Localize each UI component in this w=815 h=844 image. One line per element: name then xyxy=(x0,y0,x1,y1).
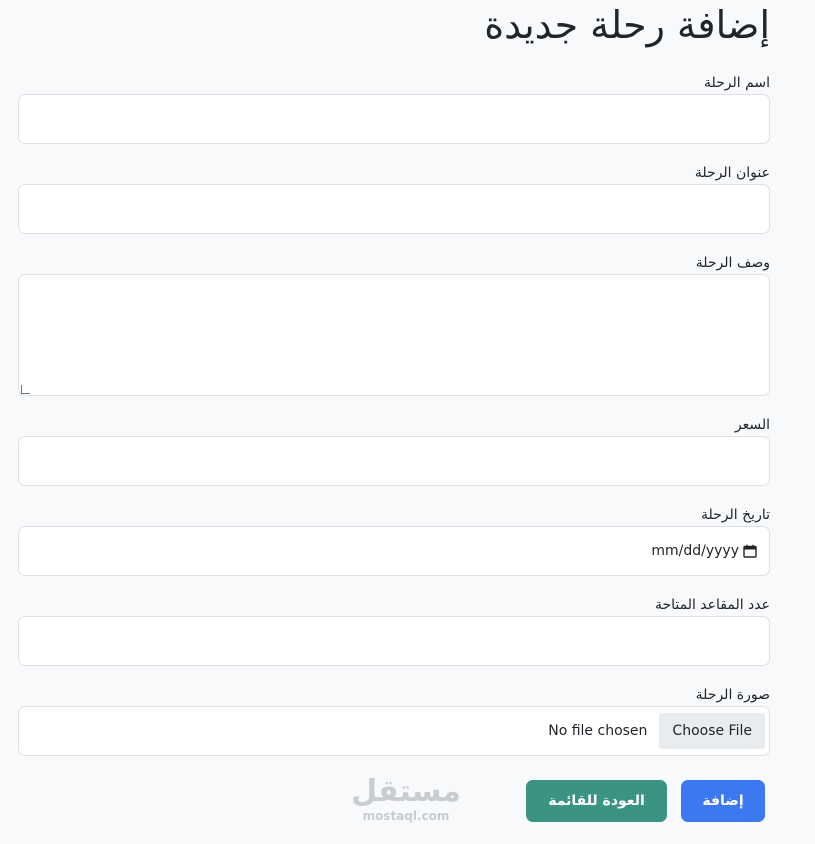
resize-handle-icon[interactable] xyxy=(21,385,30,394)
add-trip-form-page: إضافة رحلة جديدة اسم الرحلة عنوان الرحلة… xyxy=(18,0,770,756)
price-input[interactable] xyxy=(18,436,770,486)
trip-description-group: وصف الرحلة xyxy=(18,252,770,396)
mostaql-watermark: مستقل mostaql.com xyxy=(350,774,462,824)
no-file-text: No file chosen xyxy=(548,723,648,739)
date-placeholder-text: mm/dd/yyyy xyxy=(651,543,739,559)
price-label: السعر xyxy=(734,417,770,433)
back-to-list-button[interactable]: العودة للقائمة xyxy=(526,780,667,822)
choose-file-button[interactable]: Choose File xyxy=(659,713,765,749)
trip-description-wrapper xyxy=(18,274,770,396)
trip-title-input[interactable] xyxy=(18,184,770,234)
trip-date-label: تاريخ الرحلة xyxy=(701,507,770,523)
trip-name-input[interactable] xyxy=(18,94,770,144)
seats-label: عدد المقاعد المتاحة xyxy=(654,597,770,613)
trip-image-file-input[interactable]: No file chosen Choose File xyxy=(18,706,770,756)
watermark-logo: مستقل xyxy=(351,774,461,809)
watermark-url: mostaql.com xyxy=(362,809,450,823)
trip-image-group: صورة الرحلة No file chosen Choose File xyxy=(18,684,770,756)
trip-image-label: صورة الرحلة xyxy=(695,687,770,703)
seats-group: عدد المقاعد المتاحة xyxy=(18,594,770,666)
page-title: إضافة رحلة جديدة xyxy=(484,3,770,47)
trip-date-group: تاريخ الرحلة mm/dd/yyyy xyxy=(18,504,770,576)
trip-description-textarea[interactable] xyxy=(18,274,770,396)
seats-input[interactable] xyxy=(18,616,770,666)
add-button[interactable]: إضافة xyxy=(681,780,765,822)
trip-name-label: اسم الرحلة xyxy=(703,75,770,91)
calendar-icon[interactable] xyxy=(743,544,757,558)
trip-title-group: عنوان الرحلة xyxy=(18,162,770,234)
trip-date-input[interactable]: mm/dd/yyyy xyxy=(18,526,770,576)
trip-title-label: عنوان الرحلة xyxy=(694,165,770,181)
price-group: السعر xyxy=(18,414,770,486)
trip-description-label: وصف الرحلة xyxy=(695,255,770,271)
trip-name-group: اسم الرحلة xyxy=(18,72,770,144)
